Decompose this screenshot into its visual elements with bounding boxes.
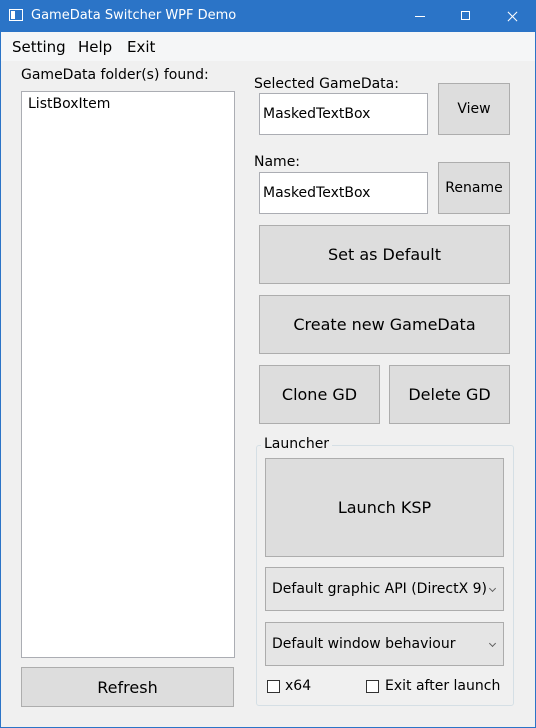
view-button[interactable]: View [438,83,510,135]
gamedata-listbox[interactable]: ListBoxItem [21,91,235,658]
maximize-icon[interactable] [443,1,489,32]
menu-setting[interactable]: Setting [12,38,66,56]
name-field[interactable] [259,172,428,214]
launcher-title: Launcher [261,436,333,452]
app-window: GameData Switcher WPF Demo Setting Help … [0,0,536,728]
chevron-down-icon [488,639,497,648]
list-item[interactable]: ListBoxItem [28,96,110,112]
exit-after-launch-label: Exit after launch [385,678,501,694]
minimize-icon[interactable] [397,1,443,32]
chevron-down-icon [488,584,497,593]
window-title: GameData Switcher WPF Demo [31,8,237,23]
menu-help[interactable]: Help [78,38,112,56]
rename-button[interactable]: Rename [438,162,510,214]
name-label: Name: [254,154,301,170]
create-gamedata-button[interactable]: Create new GameData [259,295,510,354]
app-icon [9,9,23,21]
window-behaviour-select[interactable]: Default window behaviour [265,622,504,666]
title-bar[interactable]: GameData Switcher WPF Demo [1,1,535,32]
delete-gd-button[interactable]: Delete GD [389,365,510,424]
refresh-button[interactable]: Refresh [21,667,234,707]
gamedata-list-label: GameData folder(s) found: [21,67,209,83]
selected-gamedata-label: Selected GameData: [254,76,399,92]
x64-label: x64 [285,678,312,694]
close-icon[interactable] [489,1,535,32]
graphics-api-value: Default graphic API (DirectX 9) [272,581,488,597]
window-behaviour-value: Default window behaviour [272,636,456,652]
selected-gamedata-field[interactable] [259,93,428,135]
launch-ksp-button[interactable]: Launch KSP [265,458,504,557]
menu-exit[interactable]: Exit [127,38,155,56]
set-default-button[interactable]: Set as Default [259,225,510,284]
x64-checkbox[interactable] [267,680,280,693]
clone-gd-button[interactable]: Clone GD [259,365,380,424]
graphics-api-select[interactable]: Default graphic API (DirectX 9) [265,567,504,611]
exit-after-launch-checkbox[interactable] [366,680,379,693]
menu-bar: Setting Help Exit [1,32,535,61]
